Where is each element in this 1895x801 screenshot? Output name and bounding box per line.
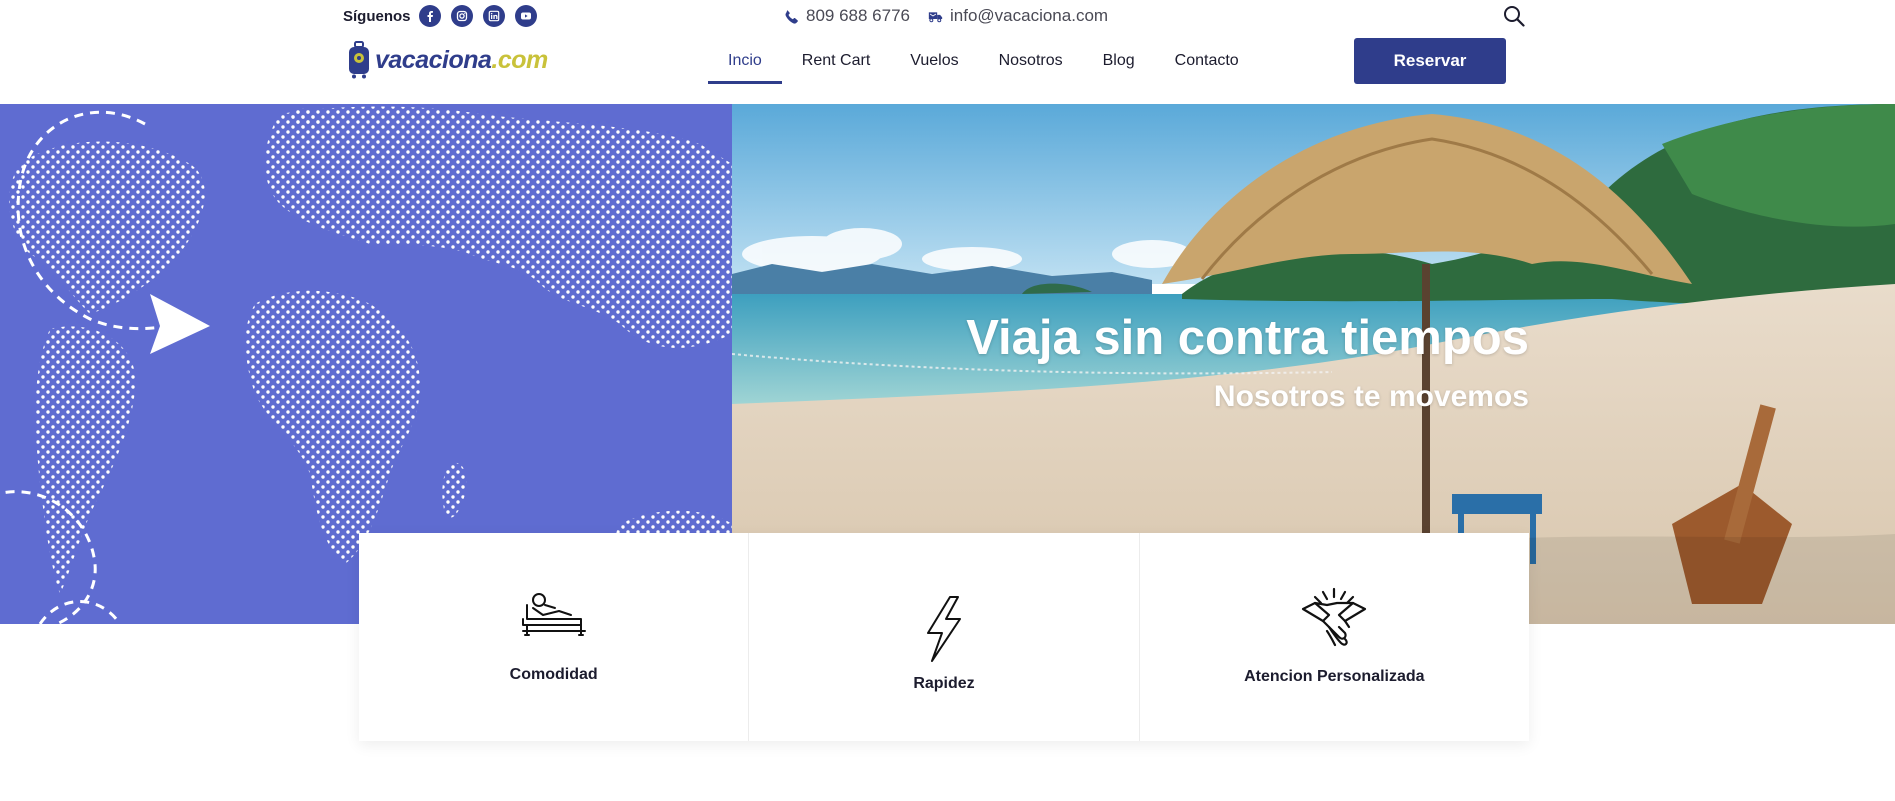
truck-mail-icon — [928, 11, 943, 22]
phone-icon — [785, 9, 798, 24]
feature-rapidez: Rapidez — [749, 533, 1140, 741]
feature-label-atencion: Atencion Personalizada — [1244, 668, 1425, 685]
nav-item-vuelos[interactable]: Vuelos — [890, 40, 978, 84]
search-icon[interactable] — [1502, 4, 1526, 28]
contact-info: 809 688 6776 info@vacaciona.com — [784, 6, 1108, 26]
social-links: Síguenos — [343, 5, 541, 27]
feature-label-rapidez: Rapidez — [913, 675, 975, 692]
nav-item-rent-cart[interactable]: Rent Cart — [782, 40, 890, 84]
suitcase-logo-icon — [349, 41, 369, 79]
lightning-icon — [926, 596, 961, 662]
lounge-chair-icon — [521, 593, 586, 636]
feature-comodidad: Comodidad — [359, 533, 750, 741]
nav-item-contacto[interactable]: Contacto — [1155, 40, 1259, 84]
logo-text-main: vacaciona — [375, 45, 492, 74]
paper-plane-icon — [150, 294, 210, 354]
hero-title: Viaja sin contra tiempos — [966, 311, 1529, 365]
instagram-icon[interactable] — [450, 5, 473, 27]
feature-label-comodidad: Comodidad — [509, 666, 598, 683]
handshake-icon — [1302, 587, 1367, 647]
phone-link[interactable]: 809 688 6776 — [806, 6, 910, 26]
email-link[interactable]: info@vacaciona.com — [950, 6, 1108, 26]
site-logo[interactable]: vacaciona.com — [347, 40, 548, 80]
reserve-button[interactable]: Reservar — [1354, 38, 1506, 84]
nav-item-blog[interactable]: Blog — [1083, 40, 1155, 84]
hero-subtitle: Nosotros te movemos — [1213, 380, 1529, 413]
feature-atencion: Atencion Personalizada — [1140, 533, 1529, 741]
nav-item-inicio[interactable]: Incio — [708, 40, 782, 84]
main-nav: Incio Rent Cart Vuelos Nosotros Blog Con… — [708, 40, 1259, 84]
nav-item-nosotros[interactable]: Nosotros — [979, 40, 1083, 84]
features-panel: Comodidad Rapidez Atencion Personalizada — [359, 533, 1529, 741]
youtube-icon[interactable] — [514, 5, 537, 27]
follow-label: Síguenos — [343, 7, 411, 25]
linkedin-icon[interactable] — [482, 5, 505, 27]
logo-text-domain: .com — [491, 45, 548, 74]
top-bar: Síguenos 809 688 6776 info@vacaciona.com — [0, 0, 1895, 32]
facebook-icon[interactable] — [418, 5, 441, 27]
